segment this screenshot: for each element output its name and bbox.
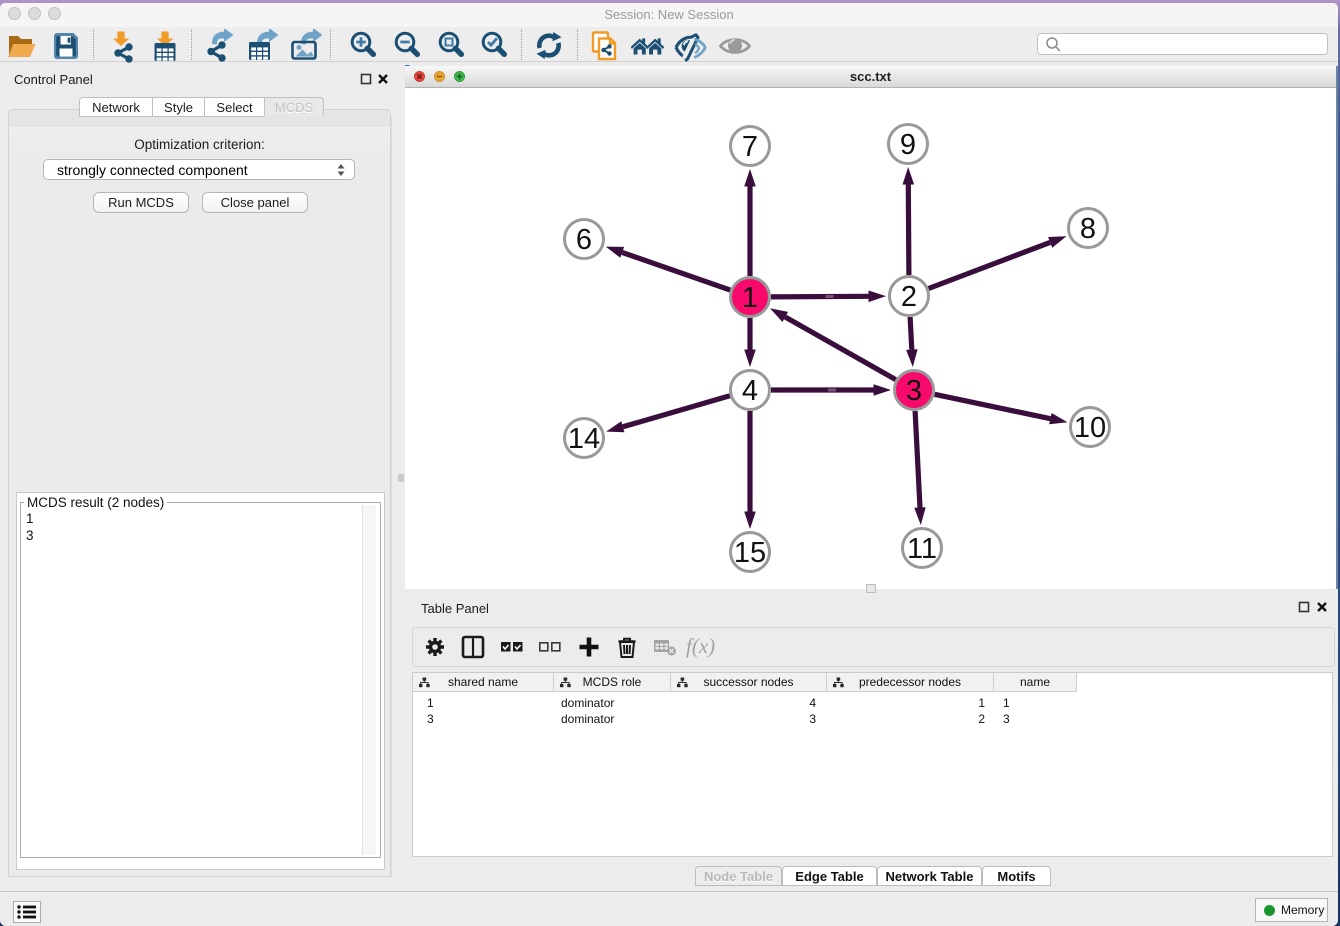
svg-text:4: 4 [742,375,758,407]
svg-text:1: 1 [742,282,758,314]
svg-text:10: 10 [1074,412,1106,444]
svg-text:f(x): f(x) [686,634,715,658]
svg-text:6: 6 [576,224,592,256]
svg-text:15: 15 [734,537,766,569]
svg-text:8: 8 [1080,213,1096,245]
svg-text:2: 2 [901,281,917,313]
svg-text:14: 14 [568,423,600,455]
svg-text:9: 9 [900,129,916,161]
svg-text:11: 11 [907,533,937,565]
svg-text:3: 3 [906,375,922,407]
svg-text:7: 7 [742,131,758,163]
